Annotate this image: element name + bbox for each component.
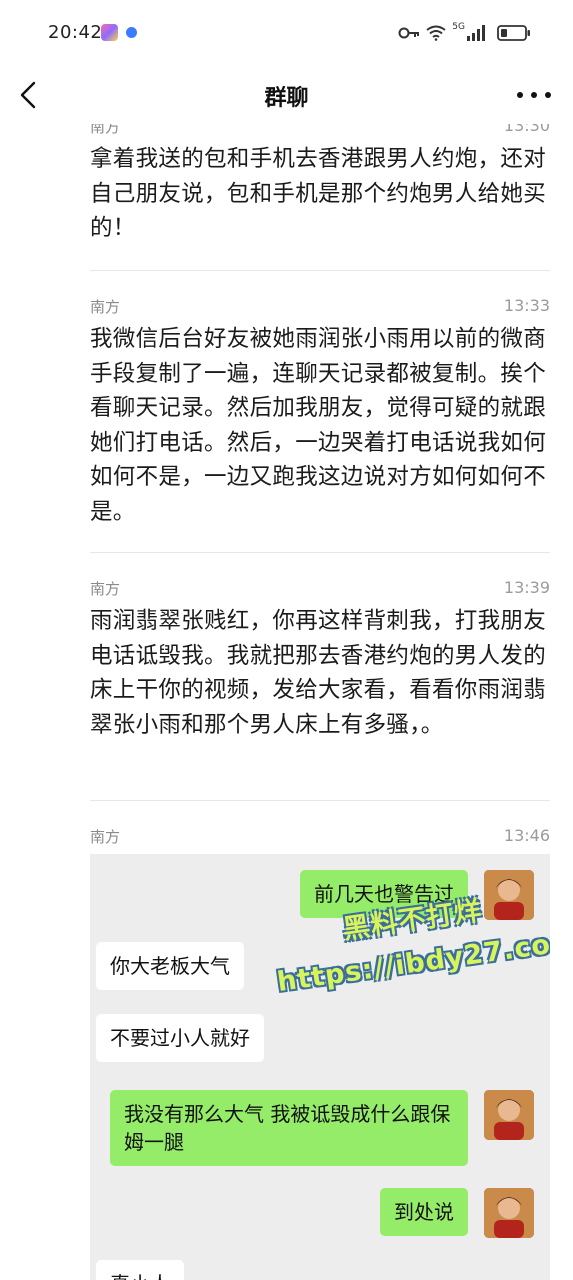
record-sender: 南方 [90, 124, 121, 136]
record-sender: 南方 [90, 580, 121, 598]
status-time: 20:42 [48, 22, 103, 43]
more-dots-icon[interactable] [517, 88, 551, 102]
record-text: 雨润翡翠张贱红，你再这样背刺我，打我朋友电话诋毁我。我就把那去香港约炮的男人发的… [90, 608, 547, 738]
network-type-label: 5G [452, 22, 465, 32]
chat-bubble-received: 你大老板大气 [96, 942, 244, 990]
record-sender: 南方 [90, 828, 121, 846]
record-time: 13:33 [503, 296, 550, 315]
divider [90, 270, 550, 271]
record-time: 13:39 [503, 578, 550, 597]
chat-record-list[interactable]: 南方 13:30 拿着我送的包和手机去香港跟男人约炮，还对自己朋友说，包和手机是… [0, 124, 573, 1280]
record-time: 13:30 [503, 124, 550, 135]
avatar [484, 870, 534, 920]
chat-bubble-received: 不要过小人就好 [96, 1014, 264, 1062]
record-text: 我微信后台好友被她雨润张小雨用以前的微商手段复制了一遍，连聊天记录都被复制。挨个… [90, 326, 547, 525]
key-icon [398, 27, 420, 39]
record-sender: 南方 [90, 298, 121, 316]
chat-bubble-received: 真小人 [96, 1260, 184, 1280]
signal-icon [467, 25, 485, 41]
record-time: 13:46 [503, 826, 550, 845]
chat-screenshot-image[interactable]: 前几天也警告过 你大老板大气 不要过小人就好 我没有那么大气 我被诋毁成什么跟保… [90, 854, 550, 1280]
dot [531, 92, 537, 98]
nav-bar: 群聊 [0, 66, 573, 124]
dot [545, 92, 551, 98]
chat-record[interactable]: 南方 13:39 雨润翡翠张贱红，你再这样背刺我，打我朋友电话诋毁我。我就把那去… [90, 578, 550, 778]
dot [517, 92, 523, 98]
status-bar: 20:42 5G [0, 0, 573, 66]
chat-record[interactable]: 南方 13:46 [90, 826, 550, 856]
avatar [484, 1090, 534, 1140]
chat-bubble-sent: 我没有那么大气 我被诋毁成什么跟保姆一腿 [110, 1090, 468, 1166]
app-notification-dot-icon [126, 27, 137, 38]
chat-bubble-sent: 到处说 [380, 1188, 468, 1236]
chat-record[interactable]: 南方 13:33 我微信后台好友被她雨润张小雨用以前的微商手段复制了一遍，连聊天… [90, 296, 550, 536]
page-title: 群聊 [264, 86, 309, 111]
app-notification-icon [101, 24, 118, 41]
divider [90, 800, 550, 801]
avatar [484, 1188, 534, 1238]
battery-icon [497, 25, 530, 41]
chat-record[interactable]: 南方 13:30 拿着我送的包和手机去香港跟男人约炮，还对自己朋友说，包和手机是… [90, 124, 550, 256]
wifi-icon [426, 25, 446, 41]
status-icons: 5G [398, 20, 531, 46]
record-text: 拿着我送的包和手机去香港跟男人约炮，还对自己朋友说，包和手机是那个约炮男人给她买… [90, 146, 547, 241]
divider [90, 552, 550, 553]
